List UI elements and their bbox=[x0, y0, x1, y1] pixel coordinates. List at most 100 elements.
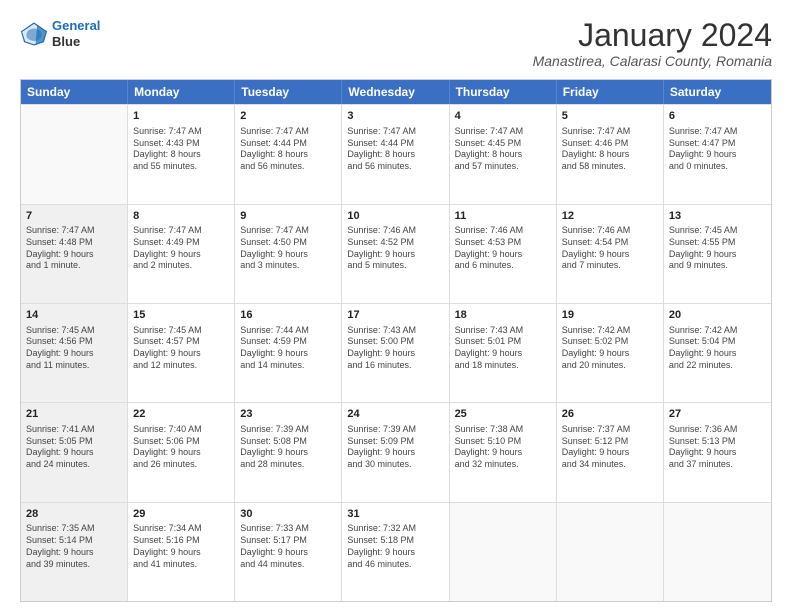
calendar-cell: 5Sunrise: 7:47 AMSunset: 4:46 PMDaylight… bbox=[557, 105, 664, 203]
cell-info-line: Sunset: 5:06 PM bbox=[133, 436, 229, 448]
calendar-cell bbox=[450, 503, 557, 601]
cell-info-line: Daylight: 9 hours bbox=[562, 348, 658, 360]
cell-info-line: Sunset: 4:53 PM bbox=[455, 237, 551, 249]
cell-info-line: Sunset: 4:57 PM bbox=[133, 336, 229, 348]
day-number: 20 bbox=[669, 308, 766, 323]
cell-info-line: Daylight: 9 hours bbox=[240, 547, 336, 559]
calendar-cell: 18Sunrise: 7:43 AMSunset: 5:01 PMDayligh… bbox=[450, 304, 557, 402]
day-number: 22 bbox=[133, 407, 229, 422]
cell-info-line: Daylight: 9 hours bbox=[455, 249, 551, 261]
day-number: 18 bbox=[455, 308, 551, 323]
cell-info-line: Sunrise: 7:34 AM bbox=[133, 523, 229, 535]
cell-info-line: Sunset: 5:01 PM bbox=[455, 336, 551, 348]
calendar-cell: 31Sunrise: 7:32 AMSunset: 5:18 PMDayligh… bbox=[342, 503, 449, 601]
cell-info-line: Daylight: 9 hours bbox=[455, 348, 551, 360]
header-day-tuesday: Tuesday bbox=[235, 80, 342, 104]
main-title: January 2024 bbox=[533, 18, 772, 53]
cell-info-line: Sunrise: 7:47 AM bbox=[240, 225, 336, 237]
cell-info-line: Sunset: 5:08 PM bbox=[240, 436, 336, 448]
cell-info-line: and 3 minutes. bbox=[240, 260, 336, 272]
cell-info-line: Sunset: 5:13 PM bbox=[669, 436, 766, 448]
calendar-cell bbox=[21, 105, 128, 203]
calendar-body: 1Sunrise: 7:47 AMSunset: 4:43 PMDaylight… bbox=[21, 104, 771, 601]
day-number: 4 bbox=[455, 109, 551, 124]
calendar-cell: 24Sunrise: 7:39 AMSunset: 5:09 PMDayligh… bbox=[342, 403, 449, 501]
calendar-cell: 23Sunrise: 7:39 AMSunset: 5:08 PMDayligh… bbox=[235, 403, 342, 501]
calendar-row-4: 28Sunrise: 7:35 AMSunset: 5:14 PMDayligh… bbox=[21, 502, 771, 601]
cell-info-line: and 11 minutes. bbox=[26, 360, 122, 372]
cell-info-line: and 18 minutes. bbox=[455, 360, 551, 372]
cell-info-line: and 44 minutes. bbox=[240, 559, 336, 571]
calendar-cell: 30Sunrise: 7:33 AMSunset: 5:17 PMDayligh… bbox=[235, 503, 342, 601]
cell-info-line: Sunset: 4:46 PM bbox=[562, 138, 658, 150]
cell-info-line: Sunset: 5:04 PM bbox=[669, 336, 766, 348]
cell-info-line: Daylight: 9 hours bbox=[347, 447, 443, 459]
calendar-row-3: 21Sunrise: 7:41 AMSunset: 5:05 PMDayligh… bbox=[21, 402, 771, 501]
logo-line1: General bbox=[52, 18, 100, 33]
cell-info-line: and 46 minutes. bbox=[347, 559, 443, 571]
day-number: 31 bbox=[347, 507, 443, 522]
cell-info-line: Sunrise: 7:46 AM bbox=[562, 225, 658, 237]
cell-info-line: Sunrise: 7:46 AM bbox=[455, 225, 551, 237]
cell-info-line: Sunset: 4:59 PM bbox=[240, 336, 336, 348]
header: General Blue January 2024 Manastirea, Ca… bbox=[20, 18, 772, 69]
cell-info-line: Sunset: 5:14 PM bbox=[26, 535, 122, 547]
cell-info-line: Daylight: 9 hours bbox=[347, 249, 443, 261]
day-number: 10 bbox=[347, 209, 443, 224]
cell-info-line: and 56 minutes. bbox=[347, 161, 443, 173]
cell-info-line: Sunset: 5:09 PM bbox=[347, 436, 443, 448]
header-day-friday: Friday bbox=[557, 80, 664, 104]
cell-info-line: Sunrise: 7:42 AM bbox=[669, 325, 766, 337]
day-number: 15 bbox=[133, 308, 229, 323]
calendar-cell: 26Sunrise: 7:37 AMSunset: 5:12 PMDayligh… bbox=[557, 403, 664, 501]
calendar-cell: 25Sunrise: 7:38 AMSunset: 5:10 PMDayligh… bbox=[450, 403, 557, 501]
cell-info-line: and 30 minutes. bbox=[347, 459, 443, 471]
header-day-saturday: Saturday bbox=[664, 80, 771, 104]
cell-info-line: and 26 minutes. bbox=[133, 459, 229, 471]
cell-info-line: Sunset: 5:12 PM bbox=[562, 436, 658, 448]
cell-info-line: Sunset: 4:48 PM bbox=[26, 237, 122, 249]
calendar-cell: 2Sunrise: 7:47 AMSunset: 4:44 PMDaylight… bbox=[235, 105, 342, 203]
title-block: January 2024 Manastirea, Calarasi County… bbox=[533, 18, 772, 69]
day-number: 9 bbox=[240, 209, 336, 224]
cell-info-line: and 16 minutes. bbox=[347, 360, 443, 372]
cell-info-line: and 6 minutes. bbox=[455, 260, 551, 272]
day-number: 27 bbox=[669, 407, 766, 422]
calendar-cell: 9Sunrise: 7:47 AMSunset: 4:50 PMDaylight… bbox=[235, 205, 342, 303]
cell-info-line: Sunset: 5:02 PM bbox=[562, 336, 658, 348]
cell-info-line: and 24 minutes. bbox=[26, 459, 122, 471]
cell-info-line: Daylight: 9 hours bbox=[455, 447, 551, 459]
cell-info-line: Daylight: 9 hours bbox=[26, 249, 122, 261]
cell-info-line: Sunset: 4:52 PM bbox=[347, 237, 443, 249]
cell-info-line: and 55 minutes. bbox=[133, 161, 229, 173]
cell-info-line: Sunrise: 7:38 AM bbox=[455, 424, 551, 436]
cell-info-line: Sunrise: 7:47 AM bbox=[26, 225, 122, 237]
cell-info-line: Sunrise: 7:42 AM bbox=[562, 325, 658, 337]
calendar-cell: 12Sunrise: 7:46 AMSunset: 4:54 PMDayligh… bbox=[557, 205, 664, 303]
day-number: 17 bbox=[347, 308, 443, 323]
day-number: 29 bbox=[133, 507, 229, 522]
cell-info-line: Daylight: 9 hours bbox=[26, 348, 122, 360]
cell-info-line: Daylight: 8 hours bbox=[347, 149, 443, 161]
header-day-monday: Monday bbox=[128, 80, 235, 104]
cell-info-line: Sunrise: 7:45 AM bbox=[26, 325, 122, 337]
cell-info-line: Sunrise: 7:47 AM bbox=[455, 126, 551, 138]
calendar: SundayMondayTuesdayWednesdayThursdayFrid… bbox=[20, 79, 772, 602]
cell-info-line: Sunrise: 7:47 AM bbox=[562, 126, 658, 138]
cell-info-line: Sunset: 5:16 PM bbox=[133, 535, 229, 547]
cell-info-line: and 20 minutes. bbox=[562, 360, 658, 372]
cell-info-line: and 37 minutes. bbox=[669, 459, 766, 471]
header-day-sunday: Sunday bbox=[21, 80, 128, 104]
cell-info-line: Daylight: 8 hours bbox=[133, 149, 229, 161]
cell-info-line: and 22 minutes. bbox=[669, 360, 766, 372]
day-number: 28 bbox=[26, 507, 122, 522]
cell-info-line: Sunset: 4:55 PM bbox=[669, 237, 766, 249]
calendar-cell: 6Sunrise: 7:47 AMSunset: 4:47 PMDaylight… bbox=[664, 105, 771, 203]
cell-info-line: Sunrise: 7:47 AM bbox=[133, 225, 229, 237]
day-number: 16 bbox=[240, 308, 336, 323]
day-number: 14 bbox=[26, 308, 122, 323]
cell-info-line: and 9 minutes. bbox=[669, 260, 766, 272]
calendar-row-1: 7Sunrise: 7:47 AMSunset: 4:48 PMDaylight… bbox=[21, 204, 771, 303]
cell-info-line: Sunset: 4:56 PM bbox=[26, 336, 122, 348]
day-number: 21 bbox=[26, 407, 122, 422]
